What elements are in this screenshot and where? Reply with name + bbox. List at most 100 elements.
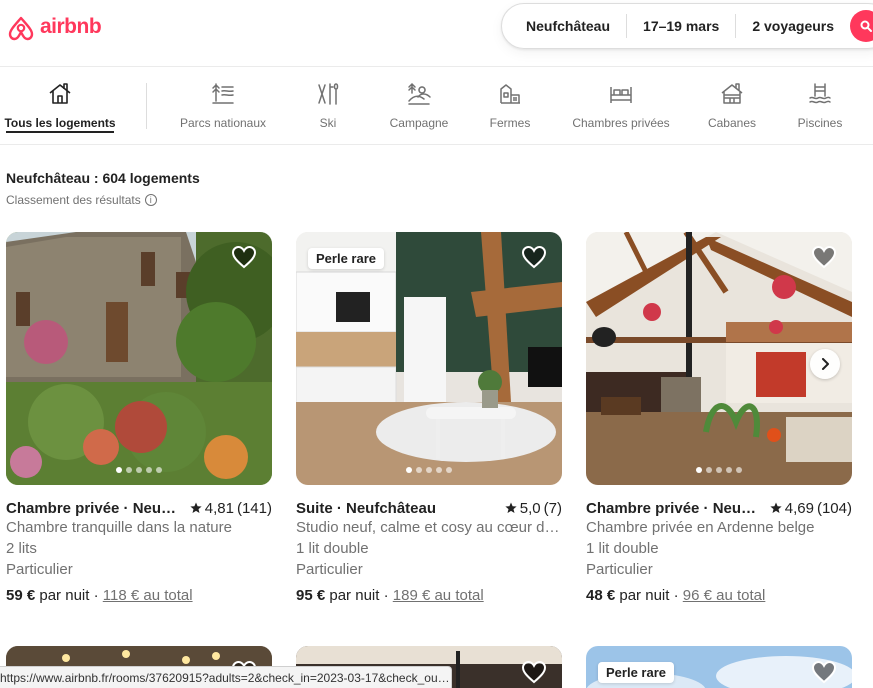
category-separator [146, 83, 147, 129]
category-label: Parcs nationaux [179, 116, 267, 130]
photo-carousel-dots [406, 467, 452, 473]
listing-photo[interactable] [586, 232, 852, 485]
category-chambres-privees[interactable]: Chambres privées [569, 81, 673, 130]
nightly-price: 48 € [586, 587, 616, 604]
listing-header: Chambre privée · Neufchâteau 4,81 (141) [6, 498, 272, 518]
listing-price: 59 € par nuit · 118 € au total [6, 587, 193, 604]
listing-photo[interactable] [6, 232, 272, 485]
carousel-dot [736, 467, 742, 473]
search-button[interactable] [850, 10, 873, 42]
total-price-link[interactable]: 189 € au total [393, 587, 484, 604]
next-photo-button[interactable] [810, 349, 840, 379]
listing-rating: 5,0 (7) [505, 500, 562, 517]
nightly-price: 95 € [296, 587, 326, 604]
photo-carousel-dots [116, 467, 162, 473]
pool-icon [807, 81, 833, 107]
listing-rating: 4,81 (141) [190, 500, 272, 517]
listing-photo[interactable]: Perle rare [296, 232, 562, 485]
rating-value: 5,0 [519, 499, 541, 517]
search-dates[interactable]: 17–19 mars [627, 14, 735, 38]
carousel-dot [426, 467, 432, 473]
category-bar: Tous les logements Parcs nationaux Ski C… [0, 67, 873, 145]
carousel-dot [126, 467, 132, 473]
national-park-icon [210, 81, 236, 107]
carousel-dot [146, 467, 152, 473]
listing-host-type: Particulier [296, 561, 363, 578]
countryside-icon [406, 81, 432, 107]
category-all[interactable]: Tous les logements [4, 81, 116, 130]
category-piscines[interactable]: Piscines [796, 81, 844, 130]
bed-icon [608, 81, 634, 107]
listing-card[interactable]: Perle rare Suite · Neufchâteau 5,0 (7) S… [296, 232, 562, 604]
listing-card[interactable]: Chambre privée · Neufchâteau 4,69 (104) … [586, 232, 852, 604]
total-price-link[interactable]: 96 € au total [683, 587, 766, 604]
review-count: (7) [543, 499, 562, 517]
perle-rare-badge: Perle rare [308, 248, 384, 269]
results-ranking-link[interactable]: Classement des résultats i [6, 193, 157, 207]
listing-host-type: Particulier [6, 561, 73, 578]
carousel-dot [136, 467, 142, 473]
listing-description: Chambre privée en Ardenne belge [586, 519, 815, 536]
category-fermes[interactable]: Fermes [488, 81, 532, 130]
carousel-dot [416, 467, 422, 473]
carousel-dot [406, 467, 412, 473]
chevron-right-icon [822, 358, 829, 370]
per-night-label: par nuit [39, 587, 90, 604]
listing-rating: 4,69 (104) [770, 500, 852, 517]
search-location[interactable]: Neufchâteau [502, 14, 626, 38]
category-label: Chambres privées [572, 116, 670, 130]
listing-beds: 1 lit double [296, 540, 369, 557]
nightly-price: 59 € [6, 587, 36, 604]
search-guests[interactable]: 2 voyageurs [736, 14, 850, 38]
listing-description: Chambre tranquille dans la nature [6, 519, 232, 536]
star-icon [190, 502, 202, 513]
category-parcs-nationaux[interactable]: Parcs nationaux [178, 81, 268, 130]
listing-beds: 1 lit double [586, 540, 659, 557]
carousel-dot [156, 467, 162, 473]
farm-icon [497, 81, 523, 107]
category-ski[interactable]: Ski [313, 81, 343, 130]
listing-price: 48 € par nuit · 96 € au total [586, 587, 766, 604]
active-category-indicator [6, 131, 114, 133]
listing-header: Chambre privée · Neufchâteau 4,69 (104) [586, 498, 852, 518]
ski-icon [315, 81, 341, 107]
favorite-heart-icon[interactable] [521, 245, 547, 274]
favorite-heart-icon[interactable] [521, 660, 547, 688]
favorite-heart-icon[interactable] [811, 245, 837, 274]
results-title: Neufchâteau : 604 logements [6, 170, 200, 186]
listing-title: Suite · Neufchâteau [296, 499, 437, 517]
top-header: airbnb Neufchâteau 17–19 mars 2 voyageur… [0, 0, 873, 67]
listing-card[interactable]: Chambre privée · Neufchâteau 4,81 (141) … [6, 232, 272, 604]
search-icon [860, 20, 873, 32]
listing-header: Suite · Neufchâteau 5,0 (7) [296, 498, 562, 518]
favorite-heart-icon[interactable] [231, 245, 257, 274]
category-label: Ski [319, 116, 337, 130]
carousel-dot [696, 467, 702, 473]
listing-title: Chambre privée · Neufchâteau [6, 499, 178, 517]
airbnb-logo-icon [8, 16, 34, 41]
listing-beds: 2 lits [6, 540, 37, 557]
perle-rare-badge: Perle rare [598, 662, 674, 683]
total-price-link[interactable]: 118 € au total [103, 587, 193, 604]
star-icon [770, 502, 782, 513]
category-label: Piscines [797, 116, 843, 130]
category-label: Tous les logements [4, 116, 116, 130]
photo-carousel-dots [696, 467, 742, 473]
listing-description: Studio neuf, calme et cosy au cœur de la… [296, 519, 562, 536]
per-night-label: par nuit [329, 587, 380, 604]
per-night-label: par nuit [619, 587, 670, 604]
carousel-dot [446, 467, 452, 473]
carousel-dot [726, 467, 732, 473]
search-bar[interactable]: Neufchâteau 17–19 mars 2 voyageurs [501, 3, 873, 49]
favorite-heart-icon[interactable] [811, 660, 837, 688]
listing-title: Chambre privée · Neufchâteau [586, 499, 758, 517]
listing-card-partial[interactable]: Perle rare [586, 646, 852, 688]
category-label: Cabanes [707, 116, 757, 130]
house-icon [47, 81, 73, 107]
airbnb-logo[interactable]: airbnb [6, 11, 102, 43]
category-cabanes[interactable]: Cabanes [706, 81, 758, 130]
carousel-dot [716, 467, 722, 473]
category-campagne[interactable]: Campagne [386, 81, 452, 130]
results-sort-label: Classement des résultats [6, 193, 141, 207]
review-count: (104) [816, 499, 852, 517]
